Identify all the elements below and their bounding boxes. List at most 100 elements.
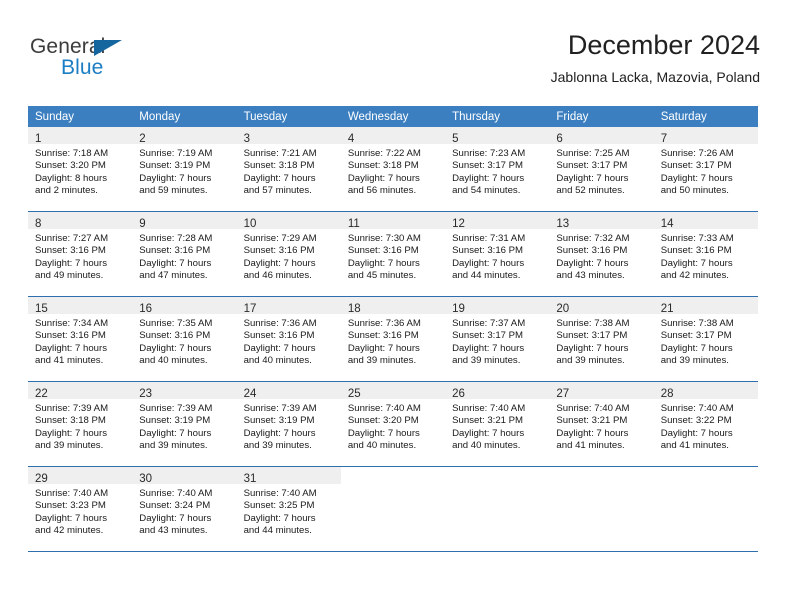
daylight-text-line2: and 45 minutes. <box>347 270 417 282</box>
day-cell[interactable]: 20 Sunrise: 7:38 AM Sunset: 3:17 PM Dayligh… <box>549 296 654 382</box>
day-cell[interactable]: 5 Sunrise: 7:23 AM Sunset: 3:17 PM Daylight… <box>445 127 550 212</box>
day-cell[interactable]: 2 Sunrise: 7:19 AM Sunset: 3:19 PM Daylight… <box>132 127 237 212</box>
date-number: 25 <box>347 388 361 400</box>
day-cell[interactable]: 4 Sunrise: 7:22 AM Sunset: 3:18 PM Daylight… <box>340 127 446 212</box>
sunset-text: Sunset: 3:20 PM <box>35 160 106 172</box>
day-cell[interactable]: 16 Sunrise: 7:35 AM Sunset: 3:16 PM Dayligh… <box>132 296 237 382</box>
sunrise-text: Sunrise: 7:33 AM <box>660 233 734 244</box>
sunrise-text: Sunrise: 7:21 AM <box>243 148 317 159</box>
date-number: 27 <box>556 388 570 400</box>
sunrise-text: Sunrise: 7:32 AM <box>556 233 630 244</box>
daylight-text-line2: and 56 minutes. <box>347 185 417 197</box>
sunset-text: Sunset: 3:17 PM <box>556 160 628 172</box>
page-title: December 2024 <box>567 30 760 60</box>
sunset-text: Sunset: 3:21 PM <box>452 415 524 427</box>
weekday-header-monday: Monday <box>132 106 237 127</box>
day-cell[interactable]: 27 Sunrise: 7:40 AM Sunset: 3:21 PM Dayligh… <box>549 381 654 467</box>
sunrise-text: Sunrise: 7:35 AM <box>139 318 213 329</box>
date-number: 4 <box>347 133 355 145</box>
sunrise-text: Sunrise: 7:23 AM <box>452 148 526 159</box>
day-cell[interactable]: 28 Sunrise: 7:40 AM Sunset: 3:22 PM Dayligh… <box>653 381 758 467</box>
weekday-header-friday: Friday <box>549 106 654 127</box>
daylight-text-line1: Daylight: 7 hours <box>243 427 316 439</box>
date-number: 18 <box>347 303 361 315</box>
date-number: 9 <box>139 218 146 230</box>
daylight-text-line2: and 49 minutes. <box>35 270 104 282</box>
daylight-text-line2: and 41 minutes. <box>556 440 625 452</box>
sunset-text: Sunset: 3:16 PM <box>243 245 315 257</box>
calendar-page: General Blue December 2024 Jablonna Lack… <box>0 0 792 612</box>
sunset-text: Sunset: 3:19 PM <box>139 415 211 427</box>
day-cell[interactable]: 23 Sunrise: 7:39 AM Sunset: 3:19 PM Dayligh… <box>132 381 237 467</box>
day-cell[interactable]: 31 Sunrise: 7:40 AM Sunset: 3:25 PM Dayligh… <box>236 466 341 552</box>
sunrise-text: Sunrise: 7:40 AM <box>139 488 213 499</box>
day-cell[interactable]: 22 Sunrise: 7:39 AM Sunset: 3:18 PM Dayligh… <box>28 381 133 467</box>
day-cell[interactable]: 13 Sunrise: 7:32 AM Sunset: 3:16 PM Dayligh… <box>549 211 654 297</box>
day-cell[interactable]: 6 Sunrise: 7:25 AM Sunset: 3:17 PM Daylight… <box>549 127 654 212</box>
sunset-text: Sunset: 3:20 PM <box>347 415 419 427</box>
day-cell[interactable]: 21 Sunrise: 7:38 AM Sunset: 3:17 PM Dayligh… <box>653 296 758 382</box>
daylight-text-line1: Daylight: 7 hours <box>243 512 316 524</box>
day-cell[interactable]: 7 Sunrise: 7:26 AM Sunset: 3:17 PM Daylight… <box>653 127 758 212</box>
day-cell[interactable]: 24 Sunrise: 7:39 AM Sunset: 3:19 PM Dayligh… <box>236 381 341 467</box>
weekday-header-thursday: Thursday <box>445 106 550 127</box>
day-cell[interactable]: 30 Sunrise: 7:40 AM Sunset: 3:24 PM Dayligh… <box>132 466 237 552</box>
day-cell[interactable]: 26 Sunrise: 7:40 AM Sunset: 3:21 PM Dayligh… <box>445 381 550 467</box>
week-row: 8 Sunrise: 7:27 AM Sunset: 3:16 PM Daylight… <box>28 211 758 297</box>
date-number: 2 <box>139 133 146 145</box>
general-blue-logo[interactable]: General Blue <box>28 34 228 86</box>
day-cell[interactable]: 10 Sunrise: 7:29 AM Sunset: 3:16 PM Dayligh… <box>236 211 341 297</box>
day-cell[interactable]: 14 Sunrise: 7:33 AM Sunset: 3:16 PM Dayligh… <box>653 211 758 297</box>
date-number: 11 <box>347 218 360 230</box>
sunset-text: Sunset: 3:18 PM <box>243 160 315 172</box>
daylight-text-line1: Daylight: 7 hours <box>139 257 212 269</box>
day-cell[interactable]: 11 Sunrise: 7:30 AM Sunset: 3:16 PM Dayligh… <box>340 211 446 297</box>
daylight-text-line1: Daylight: 7 hours <box>347 257 420 269</box>
daylight-text-line2: and 40 minutes. <box>139 355 208 367</box>
sunset-text: Sunset: 3:16 PM <box>35 330 106 342</box>
day-cell[interactable]: 29 Sunrise: 7:40 AM Sunset: 3:23 PM Dayligh… <box>28 466 133 552</box>
weekday-header-row: Sunday Monday Tuesday Wednesday Thursday… <box>28 106 758 127</box>
sunrise-text: Sunrise: 7:36 AM <box>347 318 421 329</box>
date-number: 14 <box>660 218 674 230</box>
sunrise-text: Sunrise: 7:40 AM <box>347 403 421 414</box>
day-cell-empty <box>340 466 446 552</box>
day-cell[interactable]: 9 Sunrise: 7:28 AM Sunset: 3:16 PM Daylight… <box>132 211 237 297</box>
daylight-text-line1: Daylight: 7 hours <box>660 257 733 269</box>
day-cell[interactable]: 17 Sunrise: 7:36 AM Sunset: 3:16 PM Dayligh… <box>236 296 341 382</box>
day-cell[interactable]: 15 Sunrise: 7:34 AM Sunset: 3:16 PM Dayligh… <box>28 296 133 382</box>
weekday-header-sunday: Sunday <box>28 106 133 127</box>
sunrise-text: Sunrise: 7:39 AM <box>243 403 317 414</box>
date-number: 22 <box>35 388 48 400</box>
daylight-text-line1: Daylight: 7 hours <box>452 427 525 439</box>
sunrise-text: Sunrise: 7:36 AM <box>243 318 317 329</box>
sunrise-text: Sunrise: 7:29 AM <box>243 233 317 244</box>
sunset-text: Sunset: 3:16 PM <box>452 245 524 257</box>
day-cell[interactable]: 3 Sunrise: 7:21 AM Sunset: 3:18 PM Daylight… <box>236 127 341 212</box>
sunrise-text: Sunrise: 7:38 AM <box>660 318 734 329</box>
sunset-text: Sunset: 3:16 PM <box>556 245 628 257</box>
day-cell[interactable]: 12 Sunrise: 7:31 AM Sunset: 3:16 PM Dayligh… <box>445 211 550 297</box>
day-cell[interactable]: 18 Sunrise: 7:36 AM Sunset: 3:16 PM Dayligh… <box>340 296 446 382</box>
daylight-text-line2: and 54 minutes. <box>452 185 521 197</box>
date-number: 10 <box>243 218 257 230</box>
date-number: 29 <box>35 473 48 485</box>
week-row: 29 Sunrise: 7:40 AM Sunset: 3:23 PM Dayligh… <box>28 466 758 552</box>
daylight-text-line1: Daylight: 7 hours <box>35 427 107 439</box>
weekday-header-tuesday: Tuesday <box>236 106 341 127</box>
daylight-text-line1: Daylight: 8 hours <box>35 172 107 184</box>
date-number: 7 <box>660 133 668 145</box>
date-number: 26 <box>452 388 465 400</box>
day-cell[interactable]: 1 Sunrise: 7:18 AM Sunset: 3:20 PM Daylight… <box>28 127 133 212</box>
daylight-text-line2: and 40 minutes. <box>347 440 417 452</box>
sunset-text: Sunset: 3:22 PM <box>660 415 732 427</box>
daylight-text-line2: and 47 minutes. <box>139 270 208 282</box>
day-cell[interactable]: 25 Sunrise: 7:40 AM Sunset: 3:20 PM Dayligh… <box>340 381 446 467</box>
daylight-text-line2: and 40 minutes. <box>452 440 521 452</box>
day-cell[interactable]: 19 Sunrise: 7:37 AM Sunset: 3:17 PM Dayligh… <box>445 296 550 382</box>
sunset-text: Sunset: 3:16 PM <box>243 330 315 342</box>
day-cell[interactable]: 8 Sunrise: 7:27 AM Sunset: 3:16 PM Daylight… <box>28 211 133 297</box>
sunrise-text: Sunrise: 7:40 AM <box>35 488 109 499</box>
sunset-text: Sunset: 3:17 PM <box>452 330 524 342</box>
sunset-text: Sunset: 3:17 PM <box>660 160 732 172</box>
